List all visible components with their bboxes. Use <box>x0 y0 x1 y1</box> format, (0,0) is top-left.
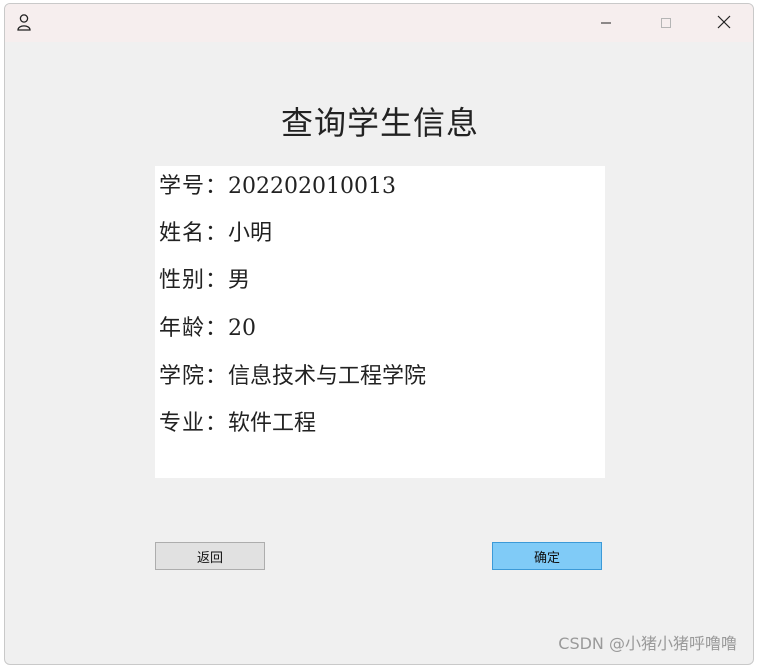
student-id-value: 202202010013 <box>228 174 396 199</box>
watermark-text: CSDN @小猪小猪呼噜噜 <box>558 634 737 653</box>
maximize-icon <box>660 14 672 33</box>
name-value: 小明 <box>228 221 273 246</box>
age-value: 20 <box>228 316 257 341</box>
name-label: 姓名： <box>159 221 229 246</box>
student-id-label: 学号： <box>159 174 229 199</box>
close-icon <box>717 14 731 33</box>
major-value: 软件工程 <box>228 411 317 436</box>
age-row: 年龄：20 <box>159 310 256 342</box>
confirm-button[interactable]: 确定 <box>492 542 602 570</box>
college-value: 信息技术与工程学院 <box>228 364 427 389</box>
maximize-button[interactable] <box>637 4 695 42</box>
age-label: 年龄： <box>159 316 229 341</box>
minimize-icon <box>600 14 612 33</box>
close-button[interactable] <box>695 4 753 42</box>
student-id-row: 学号：202202010013 <box>159 168 396 200</box>
college-label: 学院： <box>159 364 229 389</box>
user-icon <box>15 13 33 31</box>
minimize-button[interactable] <box>577 4 635 42</box>
major-label: 专业： <box>159 411 229 436</box>
gender-value: 男 <box>228 268 251 293</box>
app-window: 查询学生信息 学号：202202010013 姓名：小明 性别：男 年龄：20 … <box>4 3 754 665</box>
college-row: 学院：信息技术与工程学院 <box>159 358 426 390</box>
title-bar[interactable] <box>5 4 753 42</box>
gender-row: 性别：男 <box>159 262 250 294</box>
page-title: 查询学生信息 <box>280 104 479 142</box>
back-button[interactable]: 返回 <box>155 542 265 570</box>
name-row: 姓名：小明 <box>159 215 272 247</box>
gender-label: 性别： <box>159 268 229 293</box>
major-row: 专业：软件工程 <box>159 405 316 437</box>
student-info-panel: 学号：202202010013 姓名：小明 性别：男 年龄：20 学院：信息技术… <box>155 166 605 478</box>
